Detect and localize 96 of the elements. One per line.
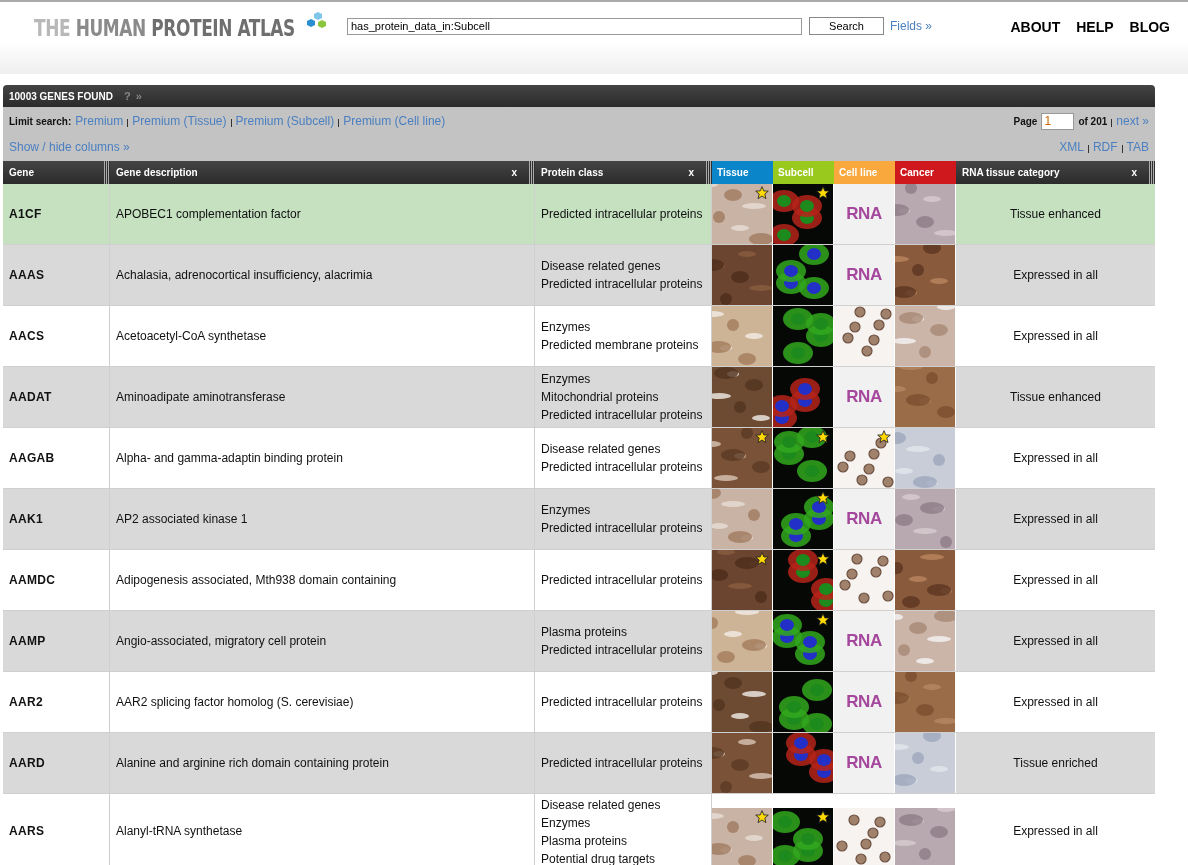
rna-category: Expressed in all <box>1013 268 1098 282</box>
rna-thumbnail[interactable]: RNA <box>834 489 894 549</box>
column-header[interactable]: RNA tissue category x <box>956 161 1155 184</box>
rna-category: Expressed in all <box>1013 695 1098 709</box>
protein-class: Plasma proteins <box>541 624 629 641</box>
rna-category: Tissue enhanced <box>1010 390 1101 404</box>
rna-category: Expressed in all <box>1013 451 1098 465</box>
table-row[interactable]: AACS Acetoacetyl-CoA synthetase Enzymes Predicted membrane proteins Expressed in all <box>3 306 1155 367</box>
table-row[interactable]: AAMP Angio-associated, migratory cell protein Plasma proteins Predicted intracellular proteins RNA Expressed in all <box>3 611 1155 672</box>
table-row[interactable]: AAK1 AP2 associated kinase 1 Enzymes Predicted intracellular proteins RNA Expressed in all <box>3 489 1155 550</box>
gene-name[interactable]: AAMDC <box>9 573 103 587</box>
resize-handle[interactable] <box>1149 161 1155 184</box>
table-row[interactable]: AADAT Aminoadipate aminotransferase Enzymes Mitochondrial proteins Predicted intracellular proteins RNA Tissue enhanced <box>3 367 1155 428</box>
column-header[interactable]: Tissue <box>712 161 773 184</box>
gene-description: AP2 associated kinase 1 <box>116 512 249 526</box>
gene-description: Alanine and arginine rich domain containing protein <box>116 756 390 770</box>
rna-thumbnail[interactable]: RNA <box>834 184 894 244</box>
page-label: Page <box>1013 115 1038 127</box>
search-button[interactable]: Search <box>809 17 884 35</box>
protein-class: Predicted membrane proteins <box>541 337 700 354</box>
rna-category: Tissue enhanced <box>1010 207 1101 221</box>
rna-category: Tissue enriched <box>1013 756 1098 770</box>
close-column-button[interactable]: x <box>688 167 694 178</box>
gene-name[interactable]: AARD <box>9 756 103 770</box>
gene-name[interactable]: AADAT <box>9 390 103 404</box>
limit-label: Limit search: <box>9 115 72 127</box>
table-row[interactable]: A1CF APOBEC1 complementation factor Predicted intracellular proteins RNA Tissue enhanced <box>3 184 1155 245</box>
nav-link[interactable]: ABOUT <box>1010 19 1061 35</box>
results-count: 10003 GENES FOUND <box>9 90 113 102</box>
rna-category: Expressed in all <box>1013 329 1098 343</box>
protein-class: Predicted intracellular proteins <box>541 520 704 537</box>
protein-class: Mitochondrial proteins <box>541 389 660 406</box>
table-row[interactable]: AARD Alanine and arginine rich domain containing protein Predicted intracellular proteins RNA Tissue enriched <box>3 733 1155 794</box>
protein-class: Predicted intracellular proteins <box>541 642 704 659</box>
resize-handle[interactable] <box>104 161 110 184</box>
logo[interactable]: THE HUMAN PROTEIN ATLAS <box>34 15 295 41</box>
gene-description: APOBEC1 complementation factor <box>116 207 302 221</box>
protein-class: Enzymes <box>541 815 592 832</box>
protein-class: Predicted intracellular proteins <box>541 755 704 772</box>
rna-category: Expressed in all <box>1013 573 1098 587</box>
gene-name[interactable]: AAK1 <box>9 512 103 526</box>
protein-class: Disease related genes <box>541 441 662 458</box>
gene-description: Angio-associated, migratory cell protein <box>116 634 328 648</box>
protein-class: Predicted intracellular proteins <box>541 572 704 589</box>
protein-class: Enzymes <box>541 319 592 336</box>
column-header[interactable]: Gene <box>3 161 110 184</box>
nav-link[interactable]: HELP <box>1076 19 1114 35</box>
gene-name[interactable]: AAMP <box>9 634 103 648</box>
gene-description: Acetoacetyl-CoA synthetase <box>116 329 268 343</box>
gene-name[interactable]: AAAS <box>9 268 103 282</box>
page-count: of 201 <box>1078 115 1108 127</box>
column-header[interactable]: Protein class x <box>535 161 712 184</box>
rna-thumbnail[interactable]: RNA <box>834 611 894 671</box>
protein-class: Enzymes <box>541 502 592 519</box>
page-field[interactable]: 1 <box>1041 112 1075 130</box>
resize-handle[interactable] <box>706 161 712 184</box>
column-header[interactable]: Gene description x <box>110 161 535 184</box>
fields-link[interactable]: Fields » <box>890 19 933 33</box>
protein-class: Predicted intracellular proteins <box>541 206 704 223</box>
protein-class: Predicted intracellular proteins <box>541 459 704 476</box>
rna-thumbnail[interactable]: RNA <box>834 245 894 305</box>
gene-name[interactable]: A1CF <box>9 207 103 221</box>
protein-class: Plasma proteins <box>541 833 629 850</box>
table-row[interactable]: AAAS Achalasia, adrenocortical insufficiency, alacrimia Disease related genes Predicted intracellular proteins RNA Expressed in all <box>3 245 1155 306</box>
close-column-button[interactable]: x <box>511 167 517 178</box>
protein-class: Predicted intracellular proteins <box>541 276 704 293</box>
rna-category: Expressed in all <box>1013 512 1098 526</box>
gene-description: AAR2 splicing factor homolog (S. cerevisiae) <box>116 695 355 709</box>
protein-class: Disease related genes <box>541 258 662 275</box>
rna-category: Expressed in all <box>1013 824 1098 838</box>
protein-class: Potential drug targets <box>541 851 657 865</box>
gene-description: Alpha- and gamma-adaptin binding protein <box>116 451 344 465</box>
gene-description: Alanyl-tRNA synthetase <box>116 824 244 838</box>
gene-name[interactable]: AARS <box>9 824 103 838</box>
gene-description: Adipogenesis associated, Mth938 domain containing <box>116 573 398 587</box>
gene-description: Aminoadipate aminotransferase <box>116 390 287 404</box>
table-row[interactable]: AAR2 AAR2 splicing factor homolog (S. cerevisiae) Predicted intracellular proteins RNA Expressed in all <box>3 672 1155 733</box>
table-row[interactable]: AAGAB Alpha- and gamma-adaptin binding protein Disease related genes Predicted intracellular proteins Expressed in all <box>3 428 1155 489</box>
rna-thumbnail[interactable]: RNA <box>834 367 894 427</box>
gene-name[interactable]: AAGAB <box>9 451 103 465</box>
rna-category: Expressed in all <box>1013 634 1098 648</box>
rna-thumbnail[interactable]: RNA <box>834 733 894 793</box>
rna-thumbnail[interactable]: RNA <box>834 672 894 732</box>
gene-description: Achalasia, adrenocortical insufficiency, alacrimia <box>116 268 374 282</box>
protein-class: Disease related genes <box>541 797 662 814</box>
search-field[interactable]: has_protein_data_in:Subcell <box>347 17 802 35</box>
protein-class: Predicted intracellular proteins <box>541 407 704 424</box>
protein-class: Enzymes <box>541 371 592 388</box>
protein-class: Predicted intracellular proteins <box>541 694 704 711</box>
column-header[interactable]: Cancer <box>895 161 956 184</box>
table-row[interactable]: AAMDC Adipogenesis associated, Mth938 domain containing Predicted intracellular proteins Expressed in all <box>3 550 1155 611</box>
resize-handle[interactable] <box>529 161 535 184</box>
gene-name[interactable]: AACS <box>9 329 103 343</box>
gene-name[interactable]: AAR2 <box>9 695 103 709</box>
close-column-button[interactable]: x <box>1131 167 1137 178</box>
nav-link[interactable]: BLOG <box>1129 19 1170 35</box>
